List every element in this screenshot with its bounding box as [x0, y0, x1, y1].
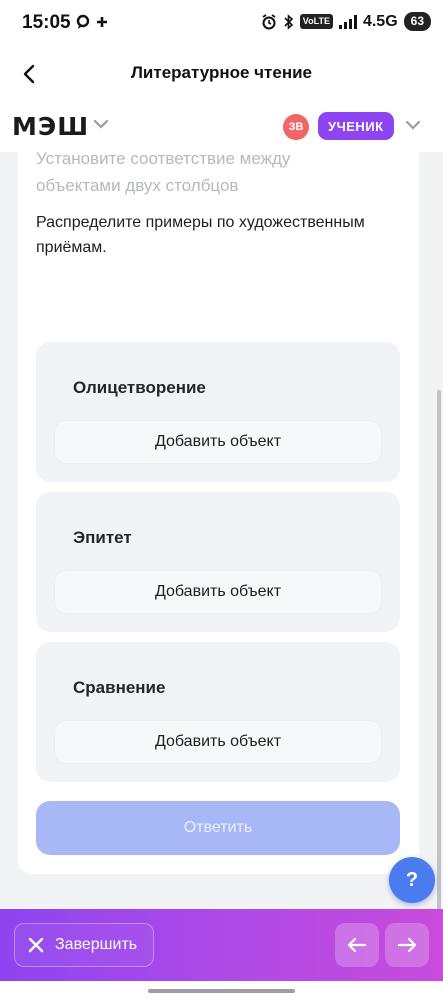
- status-notification-icons: [76, 14, 108, 30]
- category-box: Сравнение Добавить объект: [36, 642, 400, 782]
- brand-logo[interactable]: МЭШ: [12, 112, 89, 141]
- category-title: Сравнение: [73, 678, 166, 697]
- status-bar: 15:05 VoLTE 4.5G 63: [0, 0, 443, 46]
- chevron-down-icon[interactable]: [404, 119, 422, 131]
- category-title: Эпитет: [73, 528, 132, 547]
- close-icon: [28, 937, 44, 953]
- bluetooth-icon: [284, 13, 293, 30]
- volte-badge: VoLTE: [299, 14, 333, 29]
- scrollbar[interactable]: [437, 390, 441, 910]
- alarm-icon: [262, 13, 276, 29]
- chat-icon: [76, 14, 90, 29]
- category-box: Олицетворение Добавить объект: [36, 342, 400, 482]
- answer-button[interactable]: Ответить: [36, 801, 400, 855]
- category-box: Эпитет Добавить объект: [36, 492, 400, 632]
- finish-label: Завершить: [55, 936, 138, 953]
- category-title: Олицетворение: [73, 378, 206, 397]
- finish-button[interactable]: Завершить: [14, 923, 154, 967]
- role-badge[interactable]: УЧЕНИК: [318, 112, 394, 140]
- chevron-down-icon[interactable]: [92, 118, 110, 130]
- gesture-area: [0, 981, 443, 1000]
- network-type: 4.5G: [362, 12, 398, 30]
- status-time: 15:05: [22, 12, 71, 33]
- page-title: Литературное чтение: [130, 63, 312, 82]
- help-button[interactable]: ?: [389, 857, 435, 903]
- add-object-button[interactable]: Добавить объект: [54, 720, 382, 764]
- question-icon: ?: [405, 868, 419, 891]
- plus-icon: [97, 17, 107, 27]
- signal-icon: [338, 14, 357, 29]
- battery-indicator: 63: [403, 12, 431, 31]
- avatar[interactable]: ЗВ: [283, 114, 309, 140]
- task-instruction: Установите соответствие между объектами …: [36, 149, 291, 195]
- prev-button[interactable]: [335, 923, 379, 967]
- arrow-right-icon: [397, 937, 417, 953]
- arrow-left-icon: [347, 937, 367, 953]
- task-text: Распределите примеры по художественным п…: [36, 214, 365, 256]
- add-object-button[interactable]: Добавить объект: [54, 570, 382, 614]
- bottom-action-bar: Завершить: [0, 909, 443, 981]
- next-button[interactable]: [385, 923, 429, 967]
- status-system-icons: VoLTE 4.5G 63: [261, 12, 431, 31]
- app-header: Литературное чтение: [0, 46, 443, 100]
- home-gesture-bar[interactable]: [148, 989, 295, 993]
- add-object-button[interactable]: Добавить объект: [54, 420, 382, 464]
